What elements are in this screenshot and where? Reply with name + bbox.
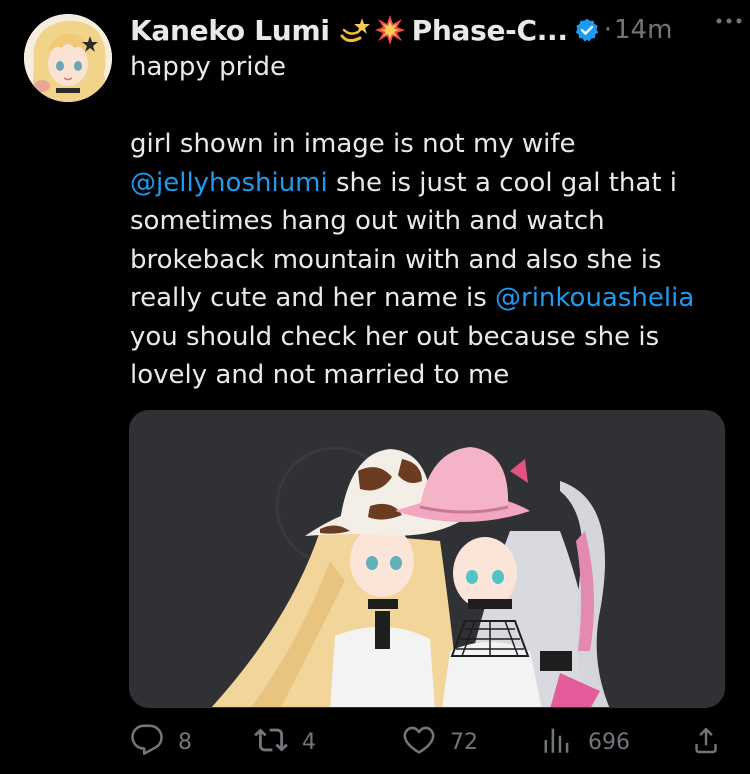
tweet-paragraph-1: girl shown in image is not my wife [130,129,576,159]
reply-count: 8 [178,729,192,755]
tweet: Kaneko Lumi Phase-C... · 14m happy pride… [0,0,750,774]
retweet-icon [254,723,288,761]
avatar[interactable] [24,14,112,102]
retweet-button[interactable]: 4 [254,720,316,764]
retweet-count: 4 [302,729,316,755]
reply-icon [130,723,164,761]
like-button[interactable]: 72 [402,720,478,764]
display-name[interactable]: Kaneko Lumi [130,14,330,47]
reply-button[interactable]: 8 [130,720,192,764]
tweet-actions: 8 4 72 696 [130,720,730,764]
collision-emoji-icon [374,14,406,46]
views-icon [540,723,574,761]
tweet-text-segment: you should check her out because she is … [130,321,660,391]
views-button[interactable]: 696 [540,720,630,764]
dizzy-emoji-icon [338,14,370,46]
illustration-two-characters [130,411,724,707]
like-count: 72 [450,729,478,755]
like-icon [402,723,436,761]
tweet-header: Kaneko Lumi Phase-C... · 14m [130,10,730,50]
share-button[interactable] [690,720,722,764]
mention-link[interactable]: @jellyhoshiumi [130,168,328,198]
avatar-image [24,14,112,102]
tweet-paragraph-2: @jellyhoshiumi she is just a cool gal th… [130,164,730,395]
timestamp[interactable]: 14m [614,15,672,45]
verified-badge-icon [574,17,600,43]
tweet-media-image[interactable] [129,410,725,708]
tweet-text: happy pride girl shown in image is not m… [130,48,730,395]
display-name-suffix[interactable]: Phase-C... [412,14,568,47]
mention-link[interactable]: @rinkouashelia [495,283,694,313]
separator-dot: · [603,15,612,45]
more-icon[interactable] [714,6,744,36]
views-count: 696 [588,729,630,755]
share-icon [690,724,722,760]
tweet-line-1: happy pride [130,52,286,82]
